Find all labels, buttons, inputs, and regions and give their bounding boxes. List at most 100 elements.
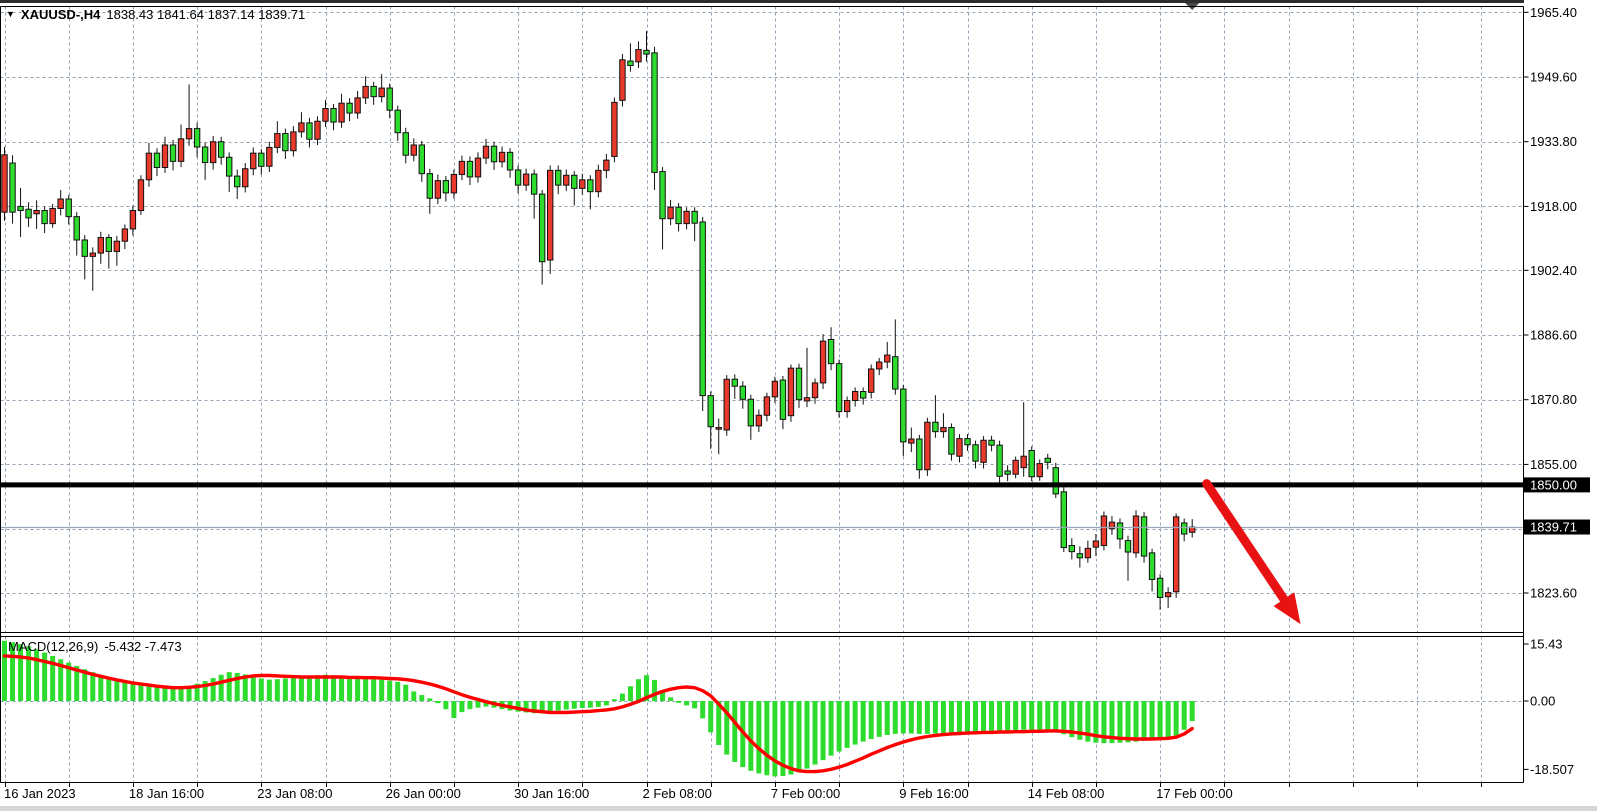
candle-bear [644,50,649,54]
candle-bear [965,439,970,445]
candle-bear [989,440,994,445]
macd-bar [1134,701,1139,742]
macd-bar [628,686,633,701]
candle-bear [708,396,713,427]
macd-bar [1174,701,1179,736]
candle-bear [427,174,432,199]
candle-bull [251,153,256,169]
resistance-line-1850[interactable] [0,482,1523,487]
candle-bull [869,369,874,392]
macd-bar [1142,701,1147,741]
candle-bear [732,379,737,386]
macd-bar [636,679,641,701]
macd-bar [684,701,689,705]
candle-bear [836,364,841,412]
candle-bear [491,146,496,162]
candle-bull [299,123,304,132]
macd-bar [411,691,416,701]
macd-bar [877,701,882,737]
macd-bar [1005,701,1010,731]
macd-bar [403,685,408,701]
macd-bar [283,678,288,701]
macd-bar [837,701,842,752]
macd-bar [796,701,801,772]
candle-bear [572,175,577,188]
candle-bull [315,121,320,139]
price-tick-label: 1965.40 [1530,5,1577,20]
macd-bar [339,676,344,701]
price-tick-label: 1823.60 [1530,585,1577,600]
candle-bull [820,341,825,383]
candle-bear [419,145,424,174]
candle-bear [467,161,472,177]
candle-bull [1093,541,1098,547]
candle-bull [475,158,480,177]
macd-bar [138,684,143,701]
candle-bear [1157,578,1162,597]
macd-bar [307,676,312,701]
macd-bar [732,701,737,762]
candle-bear [1141,517,1146,556]
time-tick-label: 14 Feb 08:00 [1028,786,1105,801]
macd-bar [179,688,184,701]
candle-bull [812,383,817,398]
macd-bar [572,701,577,709]
candle-bear [42,211,47,224]
triangle-down-icon[interactable]: ▼ [6,7,15,21]
macd-bar [668,697,673,701]
macd-bar [1158,701,1163,740]
symbol-title: XAUUSD-,H4 [21,8,100,22]
macd-tick-label: -18.507 [1530,762,1574,777]
candle-bull [50,208,55,223]
candle-bull [548,170,553,260]
candle-bear [515,170,520,185]
macd-bar [211,678,216,701]
time-tick-label: 23 Jan 08:00 [257,786,332,801]
macd-bar [251,676,256,701]
candle-bull [2,155,7,212]
candle-bear [194,129,199,147]
candle-bear [780,380,785,419]
macd-bar [98,675,103,701]
candle-bull [844,401,849,412]
candle-bull [162,145,167,168]
macd-bar [564,701,569,709]
candle-bull [852,392,857,401]
candle-bull [885,355,890,362]
candle-bull [636,50,641,62]
macd-bar [748,701,753,771]
candle-bear [387,88,392,110]
candle-bull [1037,464,1042,477]
macd-bar [973,701,978,732]
macd-tick-label: 15.43 [1530,637,1563,652]
chart-canvas[interactable]: 1965.401949.601933.801918.001902.401886.… [0,0,1597,811]
candle-bull [291,132,296,151]
candle-bull [243,169,248,187]
candle-bull [523,174,528,185]
candle-bear [973,445,978,461]
candle-bear [796,368,801,400]
candle-bear [748,399,753,426]
macd-bar [122,682,127,701]
macd-bar [467,701,472,709]
candle-bull [323,109,328,122]
macd-bar [949,701,954,733]
candle-bear [74,217,79,240]
candle-bull [355,98,360,113]
macd-bar [692,701,697,708]
candle-bull [58,199,63,208]
macd-bar [1053,701,1058,732]
macd-bar [371,679,376,701]
candle-bull [580,180,585,189]
macd-bar [379,680,384,701]
macd-bar [171,688,176,701]
macd-bar [901,701,906,734]
macd-bar [772,701,777,776]
candle-bull [981,440,986,462]
candle-bull [772,381,777,397]
candle-bull [122,229,127,241]
candle-bull [435,181,440,199]
candle-bull [275,134,280,148]
candle-bull [1085,548,1090,557]
candle-bear [556,170,561,185]
